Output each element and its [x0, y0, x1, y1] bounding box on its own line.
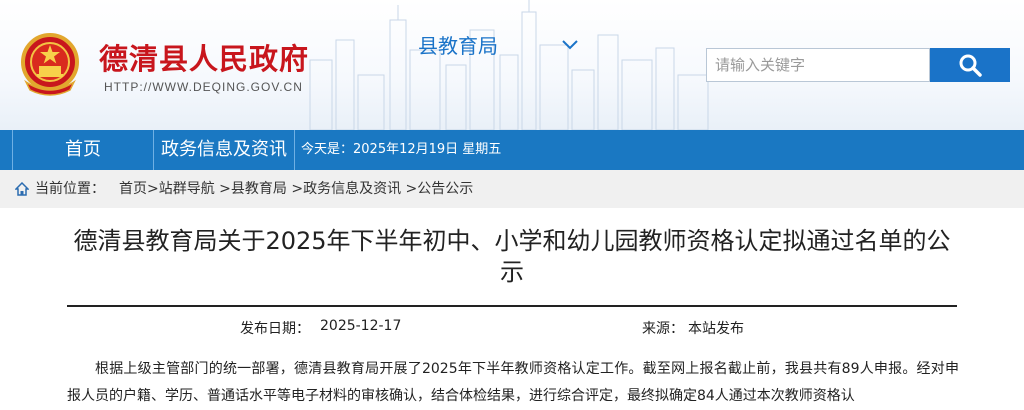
nav-item-home[interactable]: 首页 [13, 130, 153, 170]
nav-item-gov-info[interactable]: 政务信息及资讯 [154, 130, 294, 170]
article-title: 德清县教育局关于2025年下半年初中、小学和幼儿园教师资格认定拟通过名单的公示 [73, 227, 951, 286]
search-input[interactable] [706, 48, 930, 82]
breadcrumb-item-announcements[interactable]: >公告公示 [401, 181, 474, 197]
breadcrumb-item-education-bureau[interactable]: >县教育局 [215, 181, 287, 197]
department-selector[interactable]: 县教育局 [418, 30, 498, 59]
publish-date: 2025-12-17 [320, 318, 402, 334]
breadcrumb: 当前位置： 首页>站群导航 >县教育局 >政务信息及资讯 >公告公示 [0, 170, 1024, 208]
breadcrumb-item-home[interactable]: 首页 [119, 181, 147, 197]
breadcrumb-item-site-nav[interactable]: >站群导航 [147, 181, 215, 197]
source-value: 本站发布 [688, 321, 744, 337]
national-emblem-logo [21, 33, 79, 96]
breadcrumb-item-gov-info[interactable]: >政务信息及资讯 [287, 181, 401, 197]
title-divider [67, 305, 957, 307]
main-nav: 首页 政务信息及资讯 今天是：2025年12月19日 星期五 [0, 130, 1024, 170]
city-skyline-decoration [309, 0, 709, 130]
site-url: HTTP://WWW.DEQING.GOV.CN [104, 80, 303, 94]
today-date: 今天是：2025年12月19日 星期五 [301, 142, 502, 157]
breadcrumb-links: 首页>站群导航 >县教育局 >政务信息及资讯 >公告公示 [119, 170, 473, 208]
site-header: 德清县人民政府 HTTP://WWW.DEQING.GOV.CN 县教育局 [0, 0, 1024, 130]
article-body: 根据上级主管部门的统一部署，德清县教育局开展了2025年下半年教师资格认定工作。… [67, 361, 959, 404]
nav-divider [294, 130, 295, 170]
breadcrumb-prefix: 当前位置： [35, 181, 105, 197]
search-icon [959, 54, 982, 77]
chevron-down-icon[interactable] [562, 40, 578, 50]
search-button[interactable] [930, 48, 1010, 82]
site-title[interactable]: 德清县人民政府 [99, 36, 309, 78]
department-selector-label: 县教育局 [418, 34, 498, 58]
home-icon [15, 182, 29, 196]
publish-date-label: 发布日期： [240, 321, 310, 337]
source-label: 来源： [642, 321, 684, 337]
